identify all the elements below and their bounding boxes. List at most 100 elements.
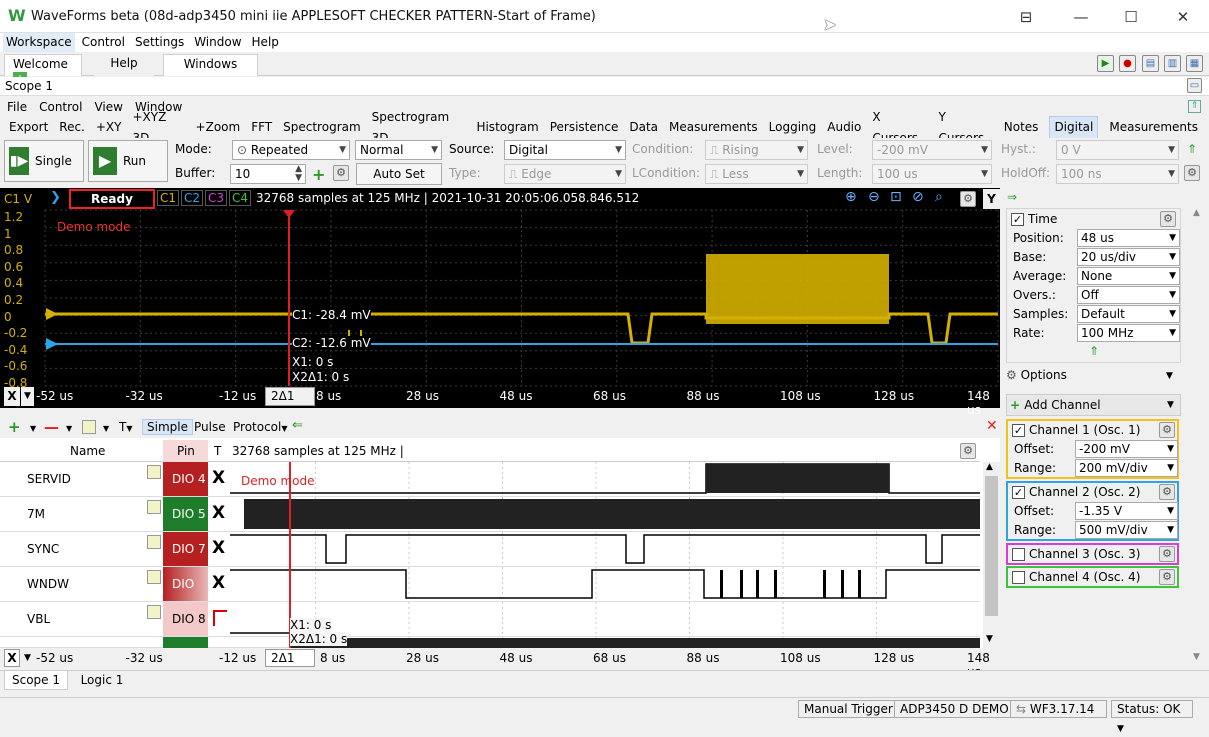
edit-icon[interactable] [147,465,161,479]
single-button[interactable]: ▮▶ Single [4,140,84,182]
tile-vertical-icon[interactable]: ▦ [1186,55,1203,72]
base-select[interactable]: 20 us/div ▼ [1077,248,1180,266]
maximize-button[interactable]: ☐ [1108,0,1154,33]
arrow-right-icon[interactable]: ⇒ [1007,190,1017,204]
holdoff-input[interactable]: 100 ns ▼ [1056,164,1179,184]
channel-2-checkbox[interactable]: ✓ Channel 2 (Osc. 2) [1012,485,1140,499]
gear-icon[interactable]: ⚙ [333,165,349,181]
logic-scrollbar[interactable]: ▲ ▼ [983,462,1000,648]
add-signal-icon[interactable]: + [8,418,21,436]
logic-cursor-select[interactable]: 2Δ1 [265,649,315,667]
edit-icon[interactable] [147,535,161,549]
condition-select[interactable]: ⎍ Rising ▼ [705,140,808,160]
gear-icon[interactable]: ⚙ [1159,422,1175,438]
close-button[interactable]: ✕ [1160,0,1206,33]
toolbar-digital[interactable]: Digital [1049,116,1099,139]
gear-icon[interactable]: ⚙ [1159,569,1175,585]
add-channel-button[interactable]: + Add Channel ▼ [1006,394,1181,416]
toolbar-measurements[interactable]: Measurements [669,117,758,138]
run-button[interactable]: ▶ Run [88,140,168,182]
scroll-up-icon[interactable]: ▲ [986,462,993,472]
gear-icon[interactable]: ⚙ [1159,484,1175,500]
toolbar-persistence[interactable]: Persistence [550,117,619,138]
edit-icon[interactable] [147,570,161,584]
logic-x-axis-button[interactable]: X [4,649,20,667]
stop-all-icon[interactable]: ● [1119,55,1136,72]
tab-logic-1[interactable]: Logic 1 [72,671,132,690]
gear-icon[interactable]: ⚙ [1159,546,1175,562]
ch1-offset-input[interactable]: -200 mV ▼ [1075,440,1178,458]
gear-icon[interactable]: ⚙ [1160,211,1176,227]
toolbar-rec[interactable]: Rec. [59,117,85,138]
mode-simple[interactable]: Simple [142,419,193,435]
trigger-x-icon[interactable]: X [212,468,225,488]
manual-trigger-button[interactable]: Manual Trigger [798,700,899,718]
scroll-up-icon[interactable]: ▲ [1193,208,1200,218]
channel-3-checkbox[interactable]: Channel 3 (Osc. 3) [1012,547,1140,561]
device-label[interactable]: ADP3450 D DEMO [894,700,1015,718]
remove-signal-icon[interactable]: — [44,418,59,436]
average-select[interactable]: None ▼ [1077,267,1180,285]
ch2-range-select[interactable]: 500 mV/div ▼ [1075,521,1178,539]
spinner-icon[interactable]: ▲ ▼ [295,165,302,183]
panel-scrollbar[interactable]: ▲ ▼ [1189,208,1207,668]
tab-welcome[interactable]: Welcome + [4,54,82,86]
pin-icon[interactable]: ⇑ [1187,142,1197,156]
menu-control[interactable]: Control [79,33,128,52]
ch1-range-select[interactable]: 200 mV/div ▼ [1075,459,1178,477]
samples-select[interactable]: Default ▼ [1077,305,1180,323]
scope-plot[interactable]: C1 V ❯ Ready C1 C2 C3 C4 32768 samples a… [0,188,1000,417]
toolbar-logging[interactable]: Logging [769,117,817,138]
toolbar-xy[interactable]: +XY [96,117,122,138]
channel-4-checkbox[interactable]: Channel 4 (Osc. 4) [1012,570,1140,584]
autoset-button[interactable]: Auto Set [356,163,442,185]
toolbar-export[interactable]: Export [9,117,48,138]
trigger-x-icon[interactable]: X [212,573,225,593]
chevron-down-icon[interactable]: ▼ [103,424,109,433]
trigger-x-icon[interactable]: X [212,538,225,558]
scroll-down-icon[interactable]: ▼ [1193,652,1200,662]
menu-help[interactable]: Help [249,33,282,52]
time-enable-checkbox[interactable]: ✓ Time [1011,212,1057,226]
status-dropdown[interactable]: Status: OK ▼ [1111,700,1193,734]
minimize-button[interactable]: — [1058,0,1104,33]
close-icon[interactable]: ✕ [986,418,998,434]
level-input[interactable]: -200 mV ▼ [872,140,992,160]
rising-edge-icon[interactable] [213,610,227,626]
hyst-input[interactable]: 0 V ▼ [1056,140,1179,160]
edit-icon[interactable] [147,500,161,514]
tab-help[interactable]: Help [94,54,154,76]
menu-view[interactable]: View [94,97,122,117]
menu-file[interactable]: File [7,97,27,117]
menu-settings[interactable]: Settings [132,33,187,52]
expand-icon[interactable]: ⇑ [1188,100,1201,113]
toolbar-spectrogram[interactable]: Spectrogram [283,117,361,138]
menu-icon[interactable]: ⊟ [1003,0,1049,33]
source-select[interactable]: Digital ▼ [504,140,626,160]
arrow-up-icon[interactable]: ⇑ [1089,344,1099,358]
add-icon[interactable]: + [312,165,325,184]
trigger-x-icon[interactable]: X [212,503,225,523]
menu-window[interactable]: Window [191,33,244,52]
length-input[interactable]: 100 us ▼ [872,164,992,184]
mode-select[interactable]: ⊙ Repeated ▼ [232,140,350,160]
chevron-down-icon[interactable]: ▼ [66,424,72,433]
edit-icon[interactable] [82,420,96,434]
options-row[interactable]: ⚙ Options ▼ [1006,368,1181,388]
tab-windows[interactable]: Windows [163,54,258,76]
lcondition-select[interactable]: ⎍ Less ▼ [705,164,808,184]
trigger-menu[interactable]: T▼ [119,420,133,434]
scroll-down-icon[interactable]: ▼ [986,634,993,644]
run-all-icon[interactable]: ▶ [1097,55,1114,72]
toolbar-zoom[interactable]: +Zoom [196,117,241,138]
cursor-select[interactable]: 2Δ1 [265,387,315,406]
restore-icon[interactable]: ▭ [1187,78,1202,93]
toolbar-measurements-2[interactable]: Measurements [1109,117,1198,138]
scroll-thumb[interactable] [985,476,998,616]
cascade-icon[interactable]: ▤ [1142,55,1159,72]
buffer-input[interactable]: 10 ▲ ▼ [230,164,306,184]
menu-workspace[interactable]: Workspace [3,33,75,52]
edit-icon[interactable] [147,605,161,619]
mode-protocol[interactable]: Protocol▼ [233,420,288,434]
trigger-mode-select[interactable]: Normal ▼ [355,140,442,160]
